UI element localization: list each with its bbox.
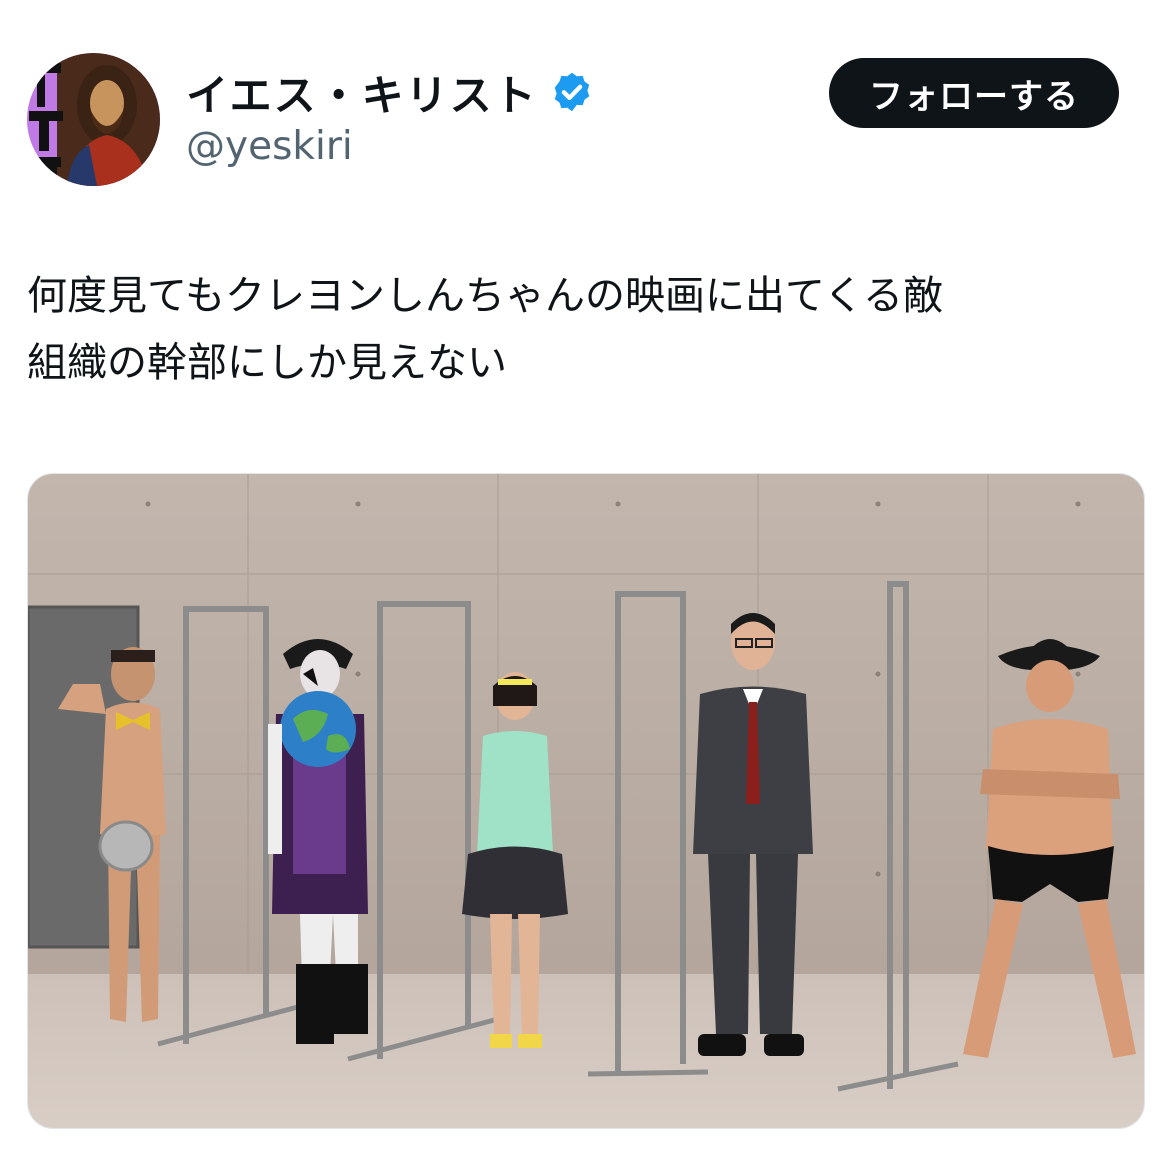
jesus-portrait-icon [27, 53, 160, 186]
tweet-photo[interactable] [27, 473, 1145, 1129]
author-handle[interactable]: @yeskiri [186, 124, 353, 169]
author-display-name[interactable]: イエス・キリスト [186, 62, 538, 123]
tweet-card: イエス・キリスト @yeskiri フォローする 何度見てもクレヨンしんちゃんの… [0, 0, 1170, 1169]
verified-badge-icon [554, 72, 589, 112]
tweet-text-line: 何度見てもクレヨンしんちゃんの映画に出てくる敵 [27, 273, 943, 319]
tweet-text-line: 組織の幹部にしか見えない [27, 340, 507, 386]
tweet-text: 何度見てもクレヨンしんちゃんの映画に出てくる敵 組織の幹部にしか見えない [27, 263, 1143, 397]
follow-button[interactable]: フォローする [829, 58, 1119, 128]
author-avatar[interactable] [27, 53, 160, 186]
studio-photo-image [28, 474, 1144, 1128]
author-name-row[interactable]: イエス・キリスト [186, 66, 594, 120]
